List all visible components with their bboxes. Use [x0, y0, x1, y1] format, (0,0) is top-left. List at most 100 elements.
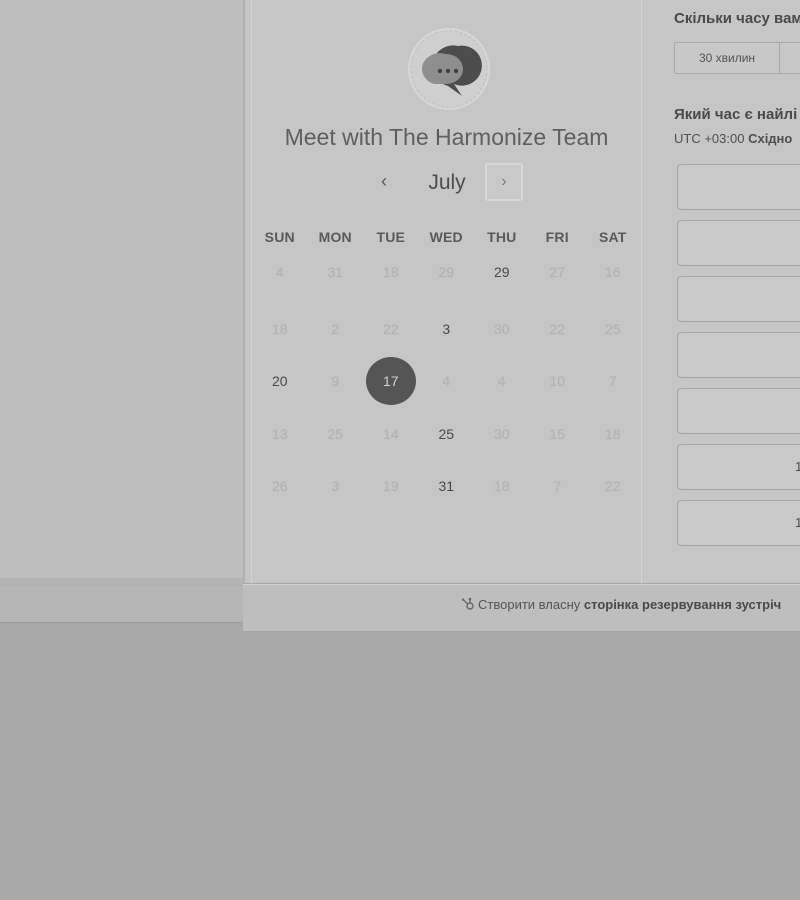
timezone-label[interactable]: UTC +03:00 Східно	[674, 131, 792, 146]
next-month-button[interactable]: ›	[485, 163, 523, 201]
day-number: 15	[549, 425, 566, 442]
time-slot-label: 1	[795, 515, 800, 530]
duration-question: Скільки часу вам	[674, 10, 800, 27]
time-slot-button[interactable]	[677, 332, 800, 378]
day-number: 22	[382, 320, 399, 337]
time-slot-button[interactable]	[677, 276, 800, 322]
chevron-right-icon: ›	[501, 173, 507, 190]
day-number: 14	[382, 425, 399, 442]
footer-bar: Створити власну сторінка резервування зу…	[243, 584, 800, 632]
footer-text-bold: сторінка резервування зустріч	[583, 597, 782, 612]
calendar-panel: Meet with The Harmonize Team ‹ July › SU…	[251, 0, 642, 583]
calendar-week-row: 13 25 14 25 30 15 18	[252, 408, 641, 461]
available-day[interactable]: 31	[419, 460, 475, 513]
available-day[interactable]: 25	[419, 408, 475, 461]
weekday-sun: SUN	[264, 229, 295, 245]
hubspot-sprocket-icon	[461, 597, 474, 610]
calendar-grid: SUN MON TUE WED THU FRI SAT 4 31 18 29 29 27 1…	[252, 226, 641, 513]
day-number: 9	[331, 373, 340, 390]
weekday-thu: THU	[487, 229, 517, 245]
unavailable-day: 16	[585, 250, 641, 303]
unavailable-day: 7	[530, 460, 586, 513]
unavailable-day: 18	[363, 250, 419, 303]
day-number: 2	[331, 320, 340, 337]
day-number: 20	[271, 373, 288, 390]
day-number: 4	[442, 373, 451, 390]
day-number: 18	[382, 264, 399, 280]
time-slot-label: 1	[795, 459, 800, 474]
day-number: 17	[365, 357, 416, 406]
unavailable-day: 19	[363, 460, 419, 513]
weekday-sat: SAT	[598, 229, 627, 245]
weekday-mon: MON	[318, 229, 352, 245]
unavailable-day: 29	[419, 250, 475, 303]
day-number: 3	[442, 320, 451, 337]
day-number: 29	[493, 264, 510, 280]
time-slot-button[interactable]	[677, 388, 800, 434]
unavailable-day: 26	[252, 460, 308, 513]
unavailable-day: 27	[530, 250, 586, 303]
unavailable-day: 18	[252, 303, 308, 356]
unavailable-day: 22	[585, 460, 641, 513]
day-number: 25	[438, 425, 455, 442]
timezone-offset: UTC +03:00	[674, 131, 745, 146]
unavailable-day: 4	[419, 355, 475, 408]
unavailable-day: 25	[308, 408, 364, 461]
calendar-weeks: 4 31 18 29 29 27 16 18 2 22 3 30 22 25 20 9 17 4 4 10 7 13 25 1…	[252, 250, 641, 513]
day-number: 22	[604, 478, 621, 495]
time-question: Який час є найлі	[674, 106, 798, 123]
day-number: 25	[604, 320, 621, 337]
unavailable-day: 9	[308, 355, 364, 408]
unavailable-day: 22	[363, 303, 419, 356]
time-slot-button[interactable]: 1	[677, 444, 800, 490]
time-slot-button[interactable]: 1	[677, 500, 800, 546]
time-slot-button[interactable]	[677, 220, 800, 266]
unavailable-day: 10	[530, 355, 586, 408]
meetings-widget: Meet with The Harmonize Team ‹ July › SU…	[243, 0, 800, 583]
day-number: 10	[549, 373, 566, 390]
available-day[interactable]: 29	[474, 250, 530, 303]
weekday-wed: WED	[429, 229, 463, 245]
calendar-week-row: 4 31 18 29 29 27 16	[252, 250, 641, 303]
unavailable-day: 3	[308, 460, 364, 513]
day-number: 27	[549, 264, 566, 280]
unavailable-day: 4	[474, 355, 530, 408]
day-number: 30	[493, 425, 510, 442]
day-number: 22	[549, 320, 566, 337]
unavailable-day: 13	[252, 408, 308, 461]
day-number: 31	[327, 264, 344, 280]
meeting-title: Meet with The Harmonize Team	[284, 124, 609, 150]
month-navigation: ‹ July ›	[252, 162, 641, 204]
duration-options: 30 хвилин	[674, 42, 800, 74]
available-day[interactable]: 20	[252, 355, 308, 408]
day-number: 30	[493, 320, 510, 337]
calendar-week-row: 18 2 22 3 30 22 25	[252, 303, 641, 356]
unavailable-day: 31	[308, 250, 364, 303]
day-number: 4	[275, 264, 284, 280]
booking-panel: Скільки часу вам 30 хвилин Який час є на…	[643, 0, 800, 583]
prev-month-button[interactable]: ‹	[370, 168, 398, 196]
footer-text-plain: Створити власну	[478, 597, 581, 612]
available-day[interactable]: 3	[419, 303, 475, 356]
day-number: 25	[327, 425, 344, 442]
duration-other-button[interactable]	[780, 42, 800, 74]
duration-30-button[interactable]: 30 хвилин	[674, 42, 780, 74]
unavailable-day: 30	[474, 303, 530, 356]
weekday-fri: FRI	[545, 229, 569, 245]
chat-bubble-icon	[410, 30, 488, 108]
day-number: 13	[271, 425, 288, 442]
unavailable-day: 18	[474, 460, 530, 513]
day-number: 7	[608, 373, 617, 390]
footer-link[interactable]: Створити власну сторінка резервування зу…	[461, 597, 781, 612]
time-slot-button[interactable]	[677, 164, 800, 210]
day-number: 18	[271, 320, 288, 337]
month-label: July	[428, 171, 466, 194]
unavailable-day: 4	[252, 250, 308, 303]
unavailable-day: 18	[585, 408, 641, 461]
left-divider	[0, 578, 243, 586]
selected-day[interactable]: 17	[363, 355, 419, 408]
day-number: 26	[271, 478, 288, 495]
day-number: 31	[438, 478, 455, 495]
day-number: 7	[553, 478, 562, 495]
unavailable-day: 30	[474, 408, 530, 461]
